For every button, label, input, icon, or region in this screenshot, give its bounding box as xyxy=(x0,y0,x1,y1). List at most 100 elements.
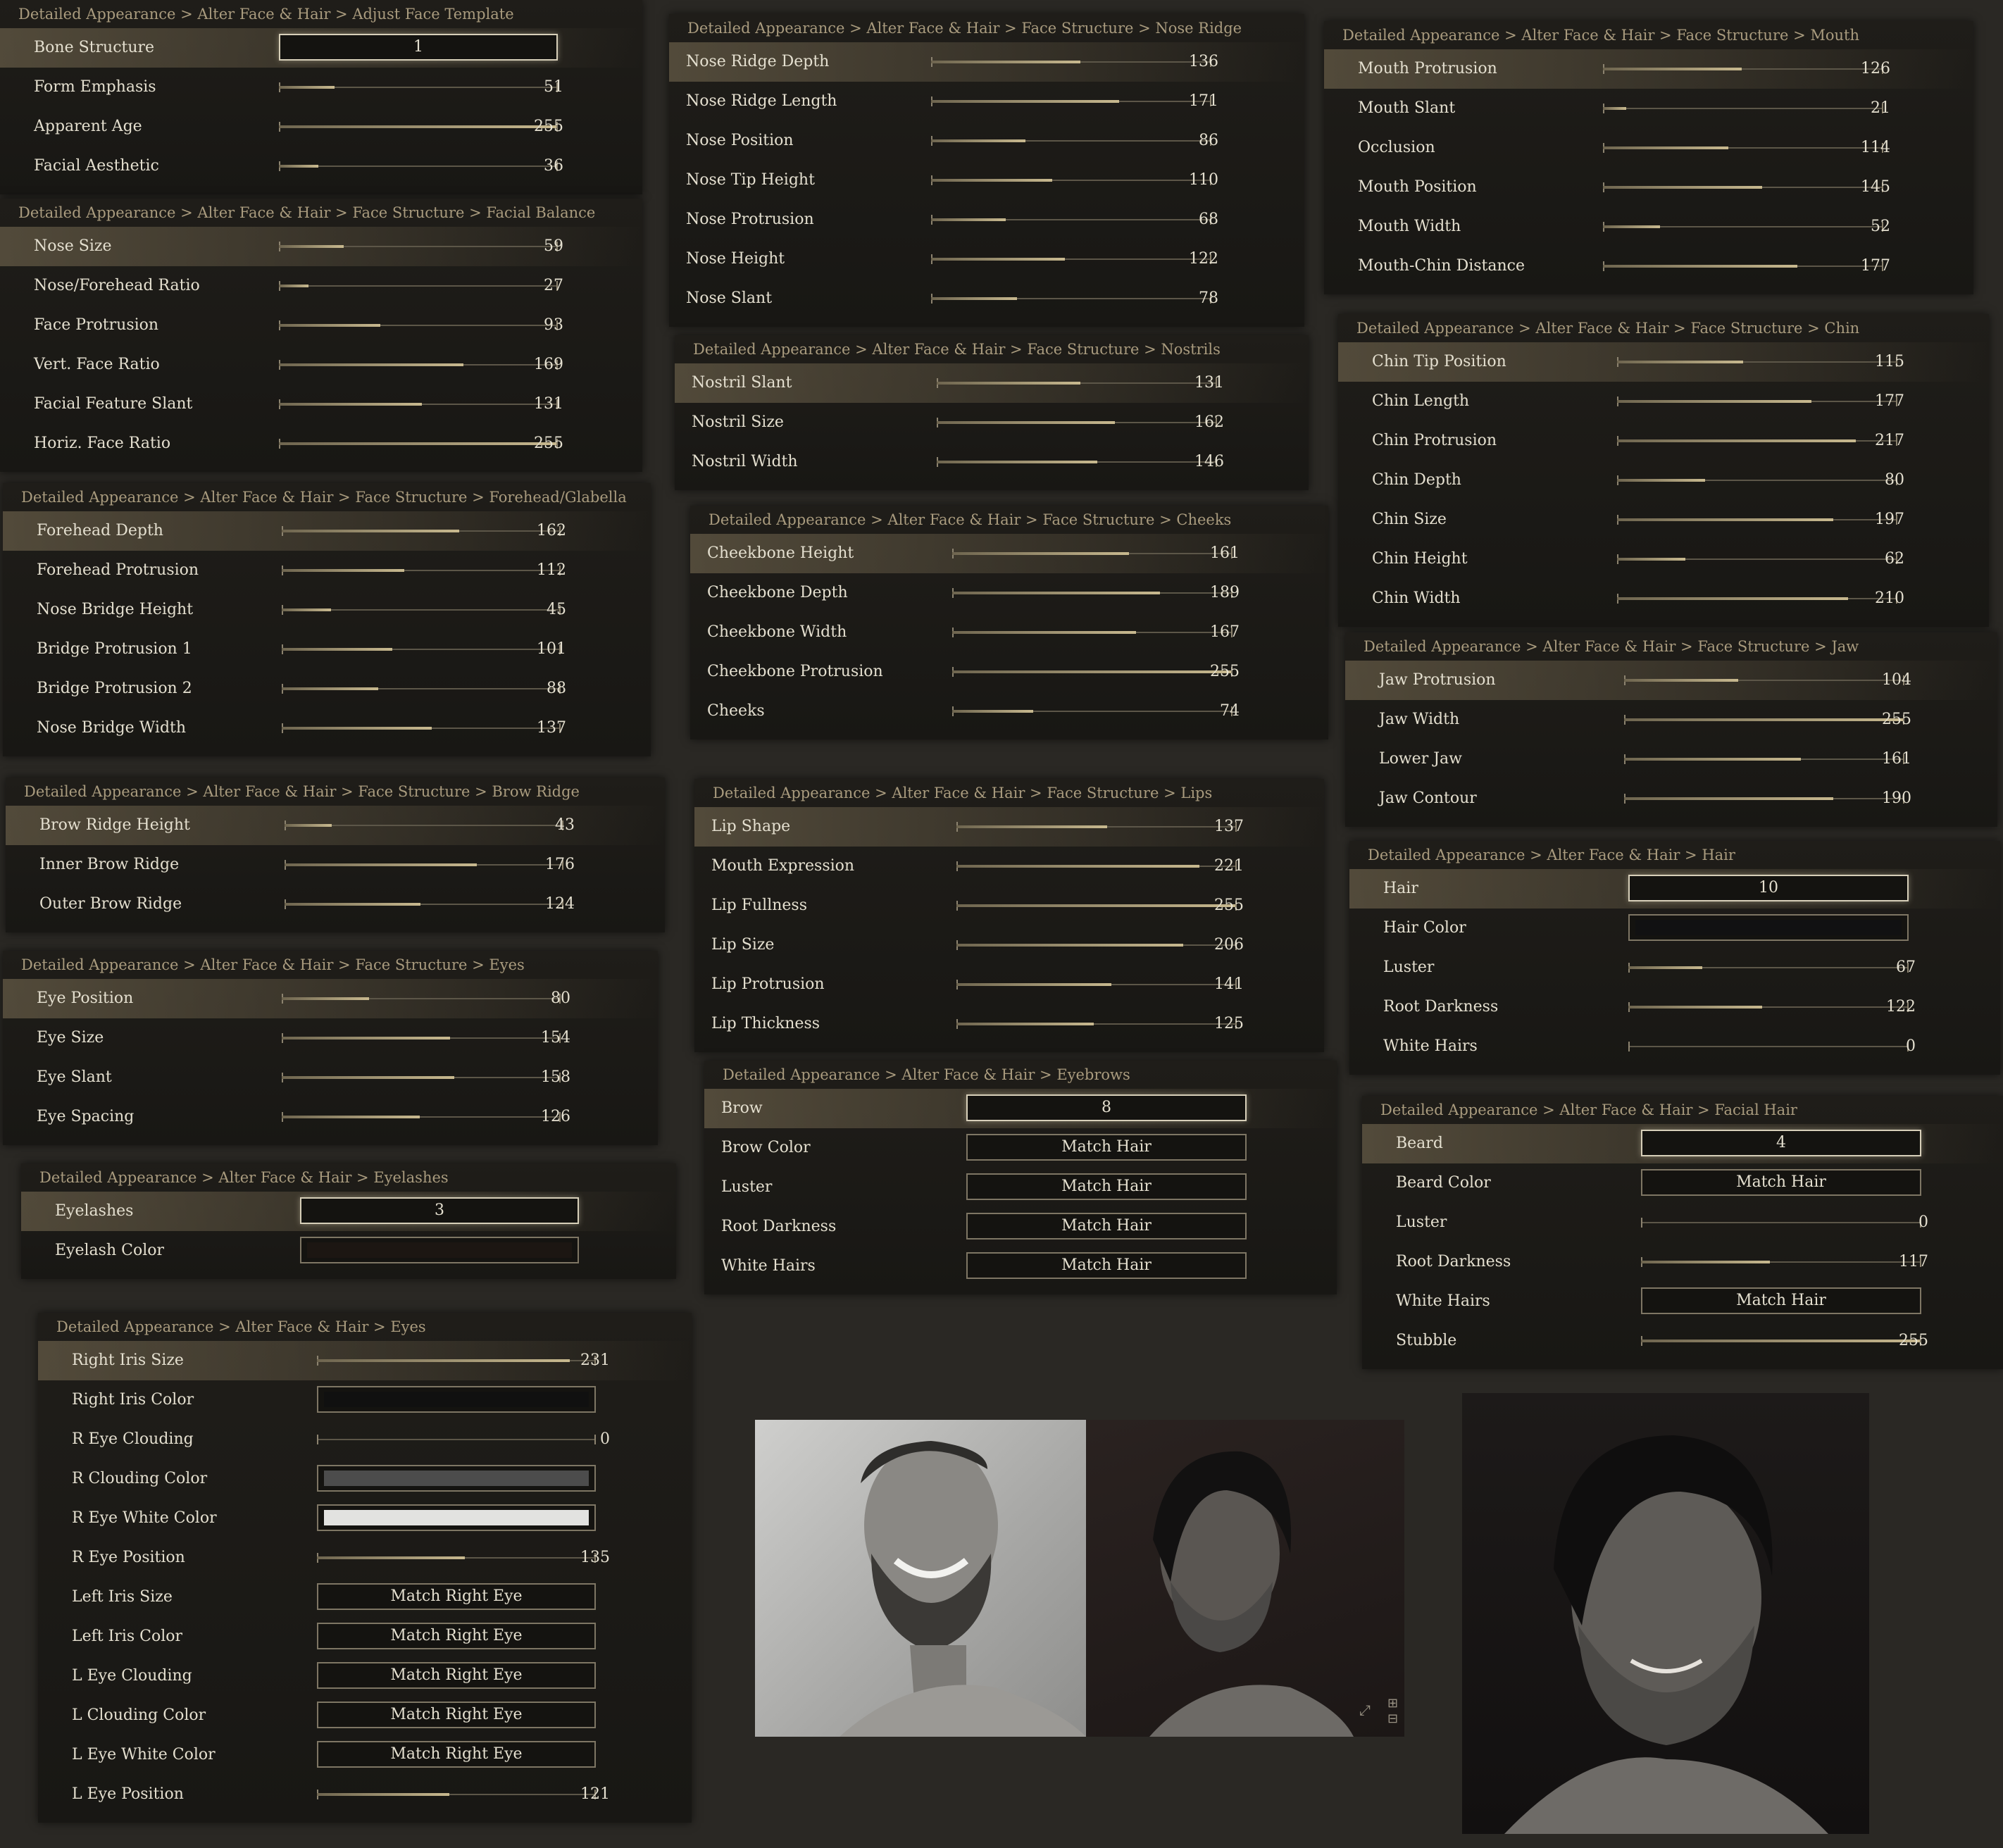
setting-row-nose-slant[interactable]: Nose Slant 78 xyxy=(669,279,1304,318)
setting-row-hair-color[interactable]: Hair Color xyxy=(1349,909,2000,948)
option-selector[interactable]: 10 xyxy=(1628,875,1909,901)
setting-row-nose-bridge-height[interactable]: Nose Bridge Height 45 xyxy=(3,590,651,630)
setting-row-hair[interactable]: Hair 10 xyxy=(1349,869,2000,909)
setting-row-occlusion[interactable]: Occlusion 114 xyxy=(1324,128,1973,168)
zoom-out-icon[interactable]: ⊟ xyxy=(1387,1711,1398,1726)
slider-track[interactable] xyxy=(317,1435,596,1444)
setting-row-l-eye-clouding[interactable]: L Eye Clouding Match Right Eye xyxy=(38,1656,692,1696)
slider-track[interactable] xyxy=(317,1356,596,1366)
setting-row-lip-shape[interactable]: Lip Shape 137 xyxy=(694,807,1324,847)
setting-row-mouth-protrusion[interactable]: Mouth Protrusion 126 xyxy=(1324,49,1973,89)
rotate-view-icon[interactable]: ⤢ xyxy=(1359,1702,1371,1718)
option-selector[interactable]: Match Hair xyxy=(966,1213,1247,1240)
setting-row-brow-color[interactable]: Brow Color Match Hair xyxy=(704,1128,1337,1168)
setting-row-l-eye-white-color[interactable]: L Eye White Color Match Right Eye xyxy=(38,1735,692,1775)
setting-row-lip-size[interactable]: Lip Size 206 xyxy=(694,925,1324,965)
setting-row-nose-ridge-length[interactable]: Nose Ridge Length 171 xyxy=(669,82,1304,121)
setting-row-bridge-protrusion-2[interactable]: Bridge Protrusion 2 88 xyxy=(3,669,651,708)
setting-row-nose-bridge-width[interactable]: Nose Bridge Width 137 xyxy=(3,708,651,748)
setting-row-facial-feature-slant[interactable]: Facial Feature Slant 131 xyxy=(0,385,642,424)
setting-row-eye-size[interactable]: Eye Size 154 xyxy=(3,1018,658,1058)
setting-row-jaw-width[interactable]: Jaw Width 255 xyxy=(1345,700,1997,739)
option-selector[interactable]: Match Right Eye xyxy=(317,1662,596,1689)
setting-row-white-hairs[interactable]: White Hairs Match Hair xyxy=(704,1247,1337,1286)
setting-row-jaw-protrusion[interactable]: Jaw Protrusion 104 xyxy=(1345,661,1997,700)
slider-track[interactable] xyxy=(282,994,561,1004)
setting-row-vert-face-ratio[interactable]: Vert. Face Ratio 169 xyxy=(0,345,642,385)
setting-row-bridge-protrusion-1[interactable]: Bridge Protrusion 1 101 xyxy=(3,630,651,669)
setting-row-root-darkness[interactable]: Root Darkness 122 xyxy=(1349,987,2000,1027)
setting-row-inner-brow-ridge[interactable]: Inner Brow Ridge 176 xyxy=(6,845,665,885)
setting-row-r-clouding-color[interactable]: R Clouding Color xyxy=(38,1459,692,1499)
setting-row-brow-ridge-height[interactable]: Brow Ridge Height 43 xyxy=(6,806,665,845)
setting-row-right-iris-size[interactable]: Right Iris Size 231 xyxy=(38,1341,692,1380)
setting-row-forehead-depth[interactable]: Forehead Depth 162 xyxy=(3,511,651,551)
color-picker[interactable] xyxy=(1628,914,1909,941)
setting-row-chin-size[interactable]: Chin Size 197 xyxy=(1338,500,1989,539)
setting-row-eye-spacing[interactable]: Eye Spacing 126 xyxy=(3,1097,658,1137)
setting-row-nose-position[interactable]: Nose Position 86 xyxy=(669,121,1304,161)
setting-row-brow[interactable]: Brow 8 xyxy=(704,1089,1337,1128)
setting-row-l-eye-position[interactable]: L Eye Position 121 xyxy=(38,1775,692,1814)
option-selector[interactable]: Match Hair xyxy=(966,1134,1247,1161)
setting-row-chin-tip-position[interactable]: Chin Tip Position 115 xyxy=(1338,342,1989,382)
setting-row-r-eye-position[interactable]: R Eye Position 135 xyxy=(38,1538,692,1578)
slider-track[interactable] xyxy=(317,1553,596,1563)
color-picker[interactable] xyxy=(317,1465,596,1492)
setting-row-lip-fullness[interactable]: Lip Fullness 255 xyxy=(694,886,1324,925)
option-selector[interactable]: 1 xyxy=(279,34,558,61)
setting-row-nose-tip-height[interactable]: Nose Tip Height 110 xyxy=(669,161,1304,200)
setting-row-eye-slant[interactable]: Eye Slant 158 xyxy=(3,1058,658,1097)
setting-row-white-hairs[interactable]: White Hairs Match Hair xyxy=(1362,1282,2003,1321)
setting-row-luster[interactable]: Luster Match Hair xyxy=(704,1168,1337,1207)
option-selector[interactable]: Match Hair xyxy=(966,1252,1247,1279)
color-picker[interactable] xyxy=(317,1504,596,1531)
setting-row-left-iris-color[interactable]: Left Iris Color Match Right Eye xyxy=(38,1617,692,1656)
setting-row-luster[interactable]: Luster 67 xyxy=(1349,948,2000,987)
setting-row-lower-jaw[interactable]: Lower Jaw 161 xyxy=(1345,739,1997,779)
setting-row-luster[interactable]: Luster 0 xyxy=(1362,1203,2003,1242)
setting-row-root-darkness[interactable]: Root Darkness Match Hair xyxy=(704,1207,1337,1247)
setting-row-chin-width[interactable]: Chin Width 210 xyxy=(1338,579,1989,618)
option-selector[interactable]: Match Right Eye xyxy=(317,1741,596,1768)
setting-row-root-darkness[interactable]: Root Darkness 117 xyxy=(1362,1242,2003,1282)
slider-track[interactable] xyxy=(282,1073,561,1082)
setting-row-cheekbone-height[interactable]: Cheekbone Height 161 xyxy=(690,534,1328,573)
setting-row-nose-size[interactable]: Nose Size 59 xyxy=(0,227,642,266)
setting-row-chin-depth[interactable]: Chin Depth 80 xyxy=(1338,461,1989,500)
slider-track[interactable] xyxy=(317,1790,596,1799)
setting-row-beard[interactable]: Beard 4 xyxy=(1362,1124,2003,1163)
setting-row-nose-protrusion[interactable]: Nose Protrusion 68 xyxy=(669,200,1304,239)
option-selector[interactable]: Match Hair xyxy=(1641,1169,1921,1196)
setting-row-bone-structure[interactable]: Bone Structure 1 xyxy=(0,28,642,68)
option-selector[interactable]: Match Hair xyxy=(1641,1287,1921,1314)
setting-row-cheekbone-protrusion[interactable]: Cheekbone Protrusion 255 xyxy=(690,652,1328,692)
setting-row-mouth-expression[interactable]: Mouth Expression 221 xyxy=(694,847,1324,886)
slider-track[interactable] xyxy=(285,820,563,830)
setting-row-nose-forehead-ratio[interactable]: Nose/Forehead Ratio 27 xyxy=(0,266,642,306)
slider-track[interactable] xyxy=(285,860,563,870)
option-selector[interactable]: 3 xyxy=(300,1197,579,1224)
option-selector[interactable]: 4 xyxy=(1641,1130,1921,1156)
setting-row-facial-aesthetic[interactable]: Facial Aesthetic 36 xyxy=(0,146,642,186)
setting-row-cheekbone-width[interactable]: Cheekbone Width 167 xyxy=(690,613,1328,652)
setting-row-chin-protrusion[interactable]: Chin Protrusion 217 xyxy=(1338,421,1989,461)
setting-row-white-hairs[interactable]: White Hairs 0 xyxy=(1349,1027,2000,1066)
slider-track[interactable] xyxy=(285,899,563,909)
setting-row-r-eye-clouding[interactable]: R Eye Clouding 0 xyxy=(38,1420,692,1459)
option-selector[interactable]: 8 xyxy=(966,1094,1247,1121)
setting-row-horiz-face-ratio[interactable]: Horiz. Face Ratio 255 xyxy=(0,424,642,463)
setting-row-forehead-protrusion[interactable]: Forehead Protrusion 112 xyxy=(3,551,651,590)
option-selector[interactable]: Match Hair xyxy=(966,1173,1247,1200)
setting-row-eye-position[interactable]: Eye Position 80 xyxy=(3,979,658,1018)
slider-track[interactable] xyxy=(282,1112,561,1122)
setting-row-nose-ridge-depth[interactable]: Nose Ridge Depth 136 xyxy=(669,42,1304,82)
setting-row-chin-height[interactable]: Chin Height 62 xyxy=(1338,539,1989,579)
setting-row-mouth-position[interactable]: Mouth Position 145 xyxy=(1324,168,1973,207)
setting-row-chin-length[interactable]: Chin Length 177 xyxy=(1338,382,1989,421)
setting-row-apparent-age[interactable]: Apparent Age 255 xyxy=(0,107,642,146)
setting-row-mouth-width[interactable]: Mouth Width 52 xyxy=(1324,207,1973,246)
color-picker[interactable] xyxy=(317,1386,596,1413)
setting-row-cheeks[interactable]: Cheeks 74 xyxy=(690,692,1328,731)
setting-row-eyelash-color[interactable]: Eyelash Color xyxy=(21,1231,676,1270)
